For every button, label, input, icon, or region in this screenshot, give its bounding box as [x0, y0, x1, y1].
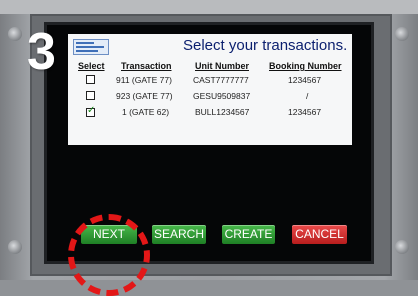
bolt-icon	[8, 27, 22, 41]
bolt-icon	[8, 240, 22, 254]
search-button[interactable]: SEARCH	[152, 225, 206, 244]
transaction-cell: 923 (GATE 77)	[116, 91, 173, 101]
column-header-select: Select	[78, 61, 105, 71]
terminal-logo	[73, 39, 109, 55]
transaction-cell: 1 (GATE 62)	[122, 107, 170, 117]
column-header-transaction: Transaction	[121, 61, 172, 71]
cancel-button[interactable]: CANCEL	[292, 225, 347, 244]
create-button[interactable]: CREATE	[222, 225, 275, 244]
transaction-cell: 911 (GATE 77)	[116, 75, 172, 85]
booking-number-cell: 1234567	[288, 107, 322, 117]
unit-number-cell: BULL1234567	[195, 107, 250, 117]
checkmark-icon: ✓	[87, 105, 96, 116]
bolt-icon	[395, 240, 409, 254]
step-number: 3	[27, 23, 56, 81]
booking-number-cell: 1234567	[288, 75, 322, 85]
booking-number-cell: /	[306, 91, 309, 101]
column-header-unit-number: Unit Number	[195, 61, 249, 71]
row-select-checkbox[interactable]	[86, 91, 95, 100]
page-title: Select your transactions.	[183, 37, 348, 54]
row-select-checkbox[interactable]	[86, 75, 95, 84]
kiosk-top-edge	[0, 0, 418, 14]
highlight-circle	[68, 214, 150, 296]
bolt-icon	[395, 27, 409, 41]
column-header-booking-number: Booking Number	[269, 61, 342, 71]
row-select-checkbox-checked[interactable]: ✓	[86, 105, 96, 117]
unit-number-cell: CAST7777777	[193, 75, 249, 85]
unit-number-cell: GESU9509837	[193, 91, 251, 101]
